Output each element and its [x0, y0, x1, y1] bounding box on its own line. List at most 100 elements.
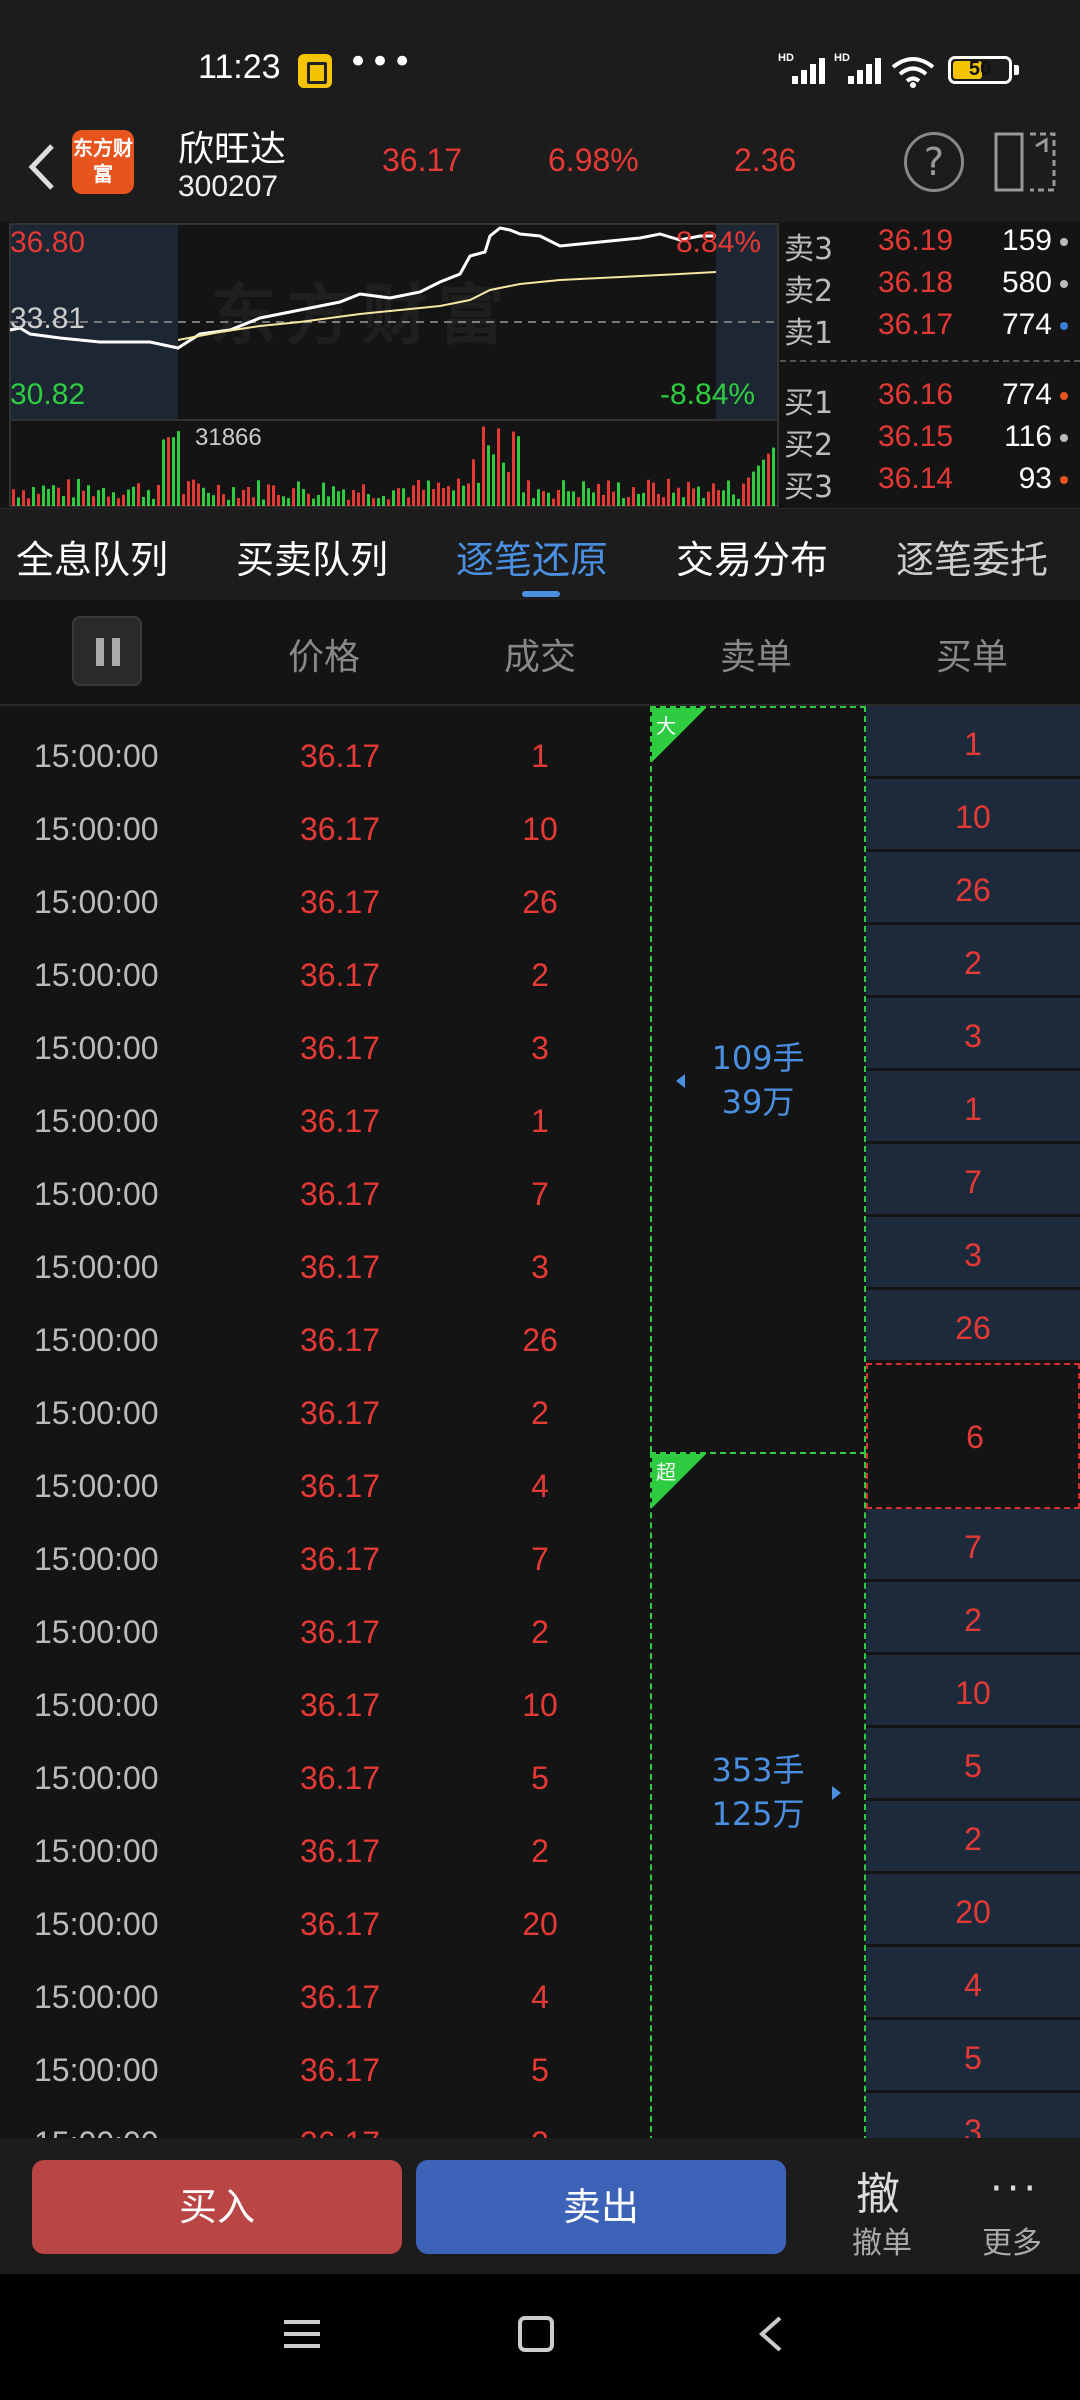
bid-level[interactable]: 买1 36.16 774	[780, 376, 1080, 421]
volume-bar	[12, 489, 15, 506]
tab-trade-distribution[interactable]: 交易分布	[676, 529, 828, 584]
menu-icon[interactable]	[282, 2314, 322, 2354]
level-label: 卖3	[784, 232, 834, 267]
table-row[interactable]: 15:00:00 36.17 2	[0, 1363, 648, 1436]
table-row[interactable]: 15:00:00 36.17 10	[0, 1655, 648, 1728]
buy-order-cell-highlight[interactable]: 6	[866, 1363, 1080, 1509]
help-icon[interactable]: ?	[904, 132, 964, 192]
buy-order-cell[interactable]: 3	[866, 998, 1080, 1071]
volume-bar	[47, 489, 50, 506]
stock-code: 300207	[178, 170, 279, 203]
buy-order-cell[interactable]: 5	[866, 2020, 1080, 2093]
col-header-volume[interactable]: 成交	[460, 628, 620, 680]
buy-order-cell[interactable]: 1	[866, 1071, 1080, 1144]
buy-order-cell[interactable]: 7	[866, 1509, 1080, 1582]
sell-order-group-large[interactable]: 大 109手 39万	[650, 706, 866, 1452]
table-row[interactable]: 15:00:00 36.17 10	[0, 779, 648, 852]
level-price: 36.18	[878, 266, 954, 299]
buy-order-cell[interactable]: 20	[866, 1874, 1080, 1947]
trade-time: 15:00:00	[34, 884, 159, 920]
volume-bar	[212, 495, 215, 506]
more-label[interactable]: 更多	[982, 2218, 1042, 2262]
buy-order-cell[interactable]: 26	[866, 1290, 1080, 1363]
buy-order-cell[interactable]: 10	[866, 779, 1080, 852]
split-screen-icon[interactable]	[994, 132, 1056, 192]
table-row[interactable]: 15:00:00 36.17 2	[0, 925, 648, 998]
buy-order-cell[interactable]: 2	[866, 1801, 1080, 1874]
more-icon[interactable]: ···	[990, 2166, 1040, 2212]
back-arrow-icon[interactable]	[22, 142, 62, 192]
table-row[interactable]: 15:00:00 36.17 2	[0, 1582, 648, 1655]
tick-table[interactable]: 15:00:00 36.17 1 15:00:00 36.17 10 15:00:00 36.…	[0, 706, 1080, 2138]
volume-bar	[632, 487, 635, 506]
table-row[interactable]: 15:00:00 36.17 4	[0, 1947, 648, 2020]
order-book[interactable]: 卖3 36.19 159 卖2 36.18 580 卖1 36.17 774 买1 36.16 774…	[780, 222, 1080, 508]
table-row[interactable]: 15:00:00 36.17 5	[0, 1728, 648, 1801]
trade-price: 36.17	[299, 738, 381, 774]
buy-order-cell[interactable]: 3	[866, 2093, 1080, 2138]
col-header-buy[interactable]: 买单	[892, 628, 1052, 680]
buy-order-volume: 2	[964, 1602, 982, 1638]
cancel-order-label[interactable]: 撤单	[852, 2218, 912, 2262]
ask-level[interactable]: 卖1 36.17 774	[780, 306, 1080, 351]
table-row[interactable]: 15:00:00 36.17 1	[0, 1071, 648, 1144]
buy-order-volume: 5	[964, 2040, 982, 2076]
volume-bar	[542, 491, 545, 506]
volume-bar	[472, 459, 475, 506]
buy-order-cell[interactable]: 4	[866, 1947, 1080, 2020]
buy-order-cell[interactable]: 7	[866, 1144, 1080, 1217]
tab-full-queue[interactable]: 全息队列	[16, 529, 168, 584]
system-nav-bar	[0, 2274, 1080, 2400]
sell-group-amount: 39万	[721, 1083, 795, 1121]
tab-bid-ask-queue[interactable]: 买卖队列	[236, 529, 388, 584]
buy-order-cell[interactable]: 26	[866, 852, 1080, 925]
bid-level[interactable]: 买2 36.15 116	[780, 418, 1080, 463]
table-row[interactable]: 15:00:00 36.17 1	[0, 706, 648, 779]
volume-bar	[427, 480, 430, 506]
table-row[interactable]: 15:00:00 36.17 3	[0, 2093, 648, 2138]
trade-time: 15:00:00	[34, 1322, 159, 1358]
buy-order-cell[interactable]: 3	[866, 1217, 1080, 1290]
table-row[interactable]: 15:00:00 36.17 2	[0, 1801, 648, 1874]
buy-order-cell[interactable]: 10	[866, 1655, 1080, 1728]
volume-bar	[397, 488, 400, 506]
buy-order-cell[interactable]: 2	[866, 1582, 1080, 1655]
tab-tick-orders[interactable]: 逐笔委托	[896, 529, 1048, 584]
trade-time: 15:00:00	[34, 957, 159, 993]
trade-volume: 3	[531, 1249, 549, 1285]
buy-button[interactable]: 买入	[32, 2160, 402, 2254]
home-icon[interactable]	[516, 2314, 556, 2354]
table-row[interactable]: 15:00:00 36.17 26	[0, 1290, 648, 1363]
pause-button[interactable]	[72, 616, 142, 686]
trade-time: 15:00:00	[34, 1687, 159, 1723]
bid-level[interactable]: 买3 36.14 93	[780, 460, 1080, 505]
volume-bar	[462, 485, 465, 506]
signal-icon: HD	[778, 52, 830, 84]
col-header-price[interactable]: 价格	[244, 628, 404, 680]
table-row[interactable]: 15:00:00 36.17 20	[0, 1874, 648, 1947]
ask-level[interactable]: 卖3 36.19 159	[780, 222, 1080, 267]
wifi-icon	[891, 57, 935, 88]
table-row[interactable]: 15:00:00 36.17 5	[0, 2020, 648, 2093]
volume-bar	[547, 492, 550, 506]
buy-order-cell[interactable]: 2	[866, 925, 1080, 998]
table-row[interactable]: 15:00:00 36.17 26	[0, 852, 648, 925]
table-row[interactable]: 15:00:00 36.17 4	[0, 1436, 648, 1509]
ask-level[interactable]: 卖2 36.18 580	[780, 264, 1080, 309]
trade-price: 36.17	[299, 1614, 381, 1650]
sell-button[interactable]: 卖出	[416, 2160, 786, 2254]
table-row[interactable]: 15:00:00 36.17 3	[0, 1217, 648, 1290]
buy-order-cell[interactable]: 5	[866, 1728, 1080, 1801]
cancel-order-icon[interactable]: 撤	[856, 2158, 900, 2222]
col-header-sell[interactable]: 卖单	[676, 628, 836, 680]
back-icon[interactable]	[756, 2314, 786, 2354]
sell-order-group-super[interactable]: 超 353手 125万	[650, 1452, 866, 2138]
buy-order-cell[interactable]: 1	[866, 706, 1080, 779]
tab-tick-restore[interactable]: 逐笔还原	[456, 529, 608, 584]
table-row[interactable]: 15:00:00 36.17 3	[0, 998, 648, 1071]
volume-bar	[752, 471, 755, 506]
table-row[interactable]: 15:00:00 36.17 7	[0, 1144, 648, 1217]
table-row[interactable]: 15:00:00 36.17 7	[0, 1509, 648, 1582]
volume-bar	[207, 492, 210, 506]
volume-bar	[317, 494, 320, 506]
